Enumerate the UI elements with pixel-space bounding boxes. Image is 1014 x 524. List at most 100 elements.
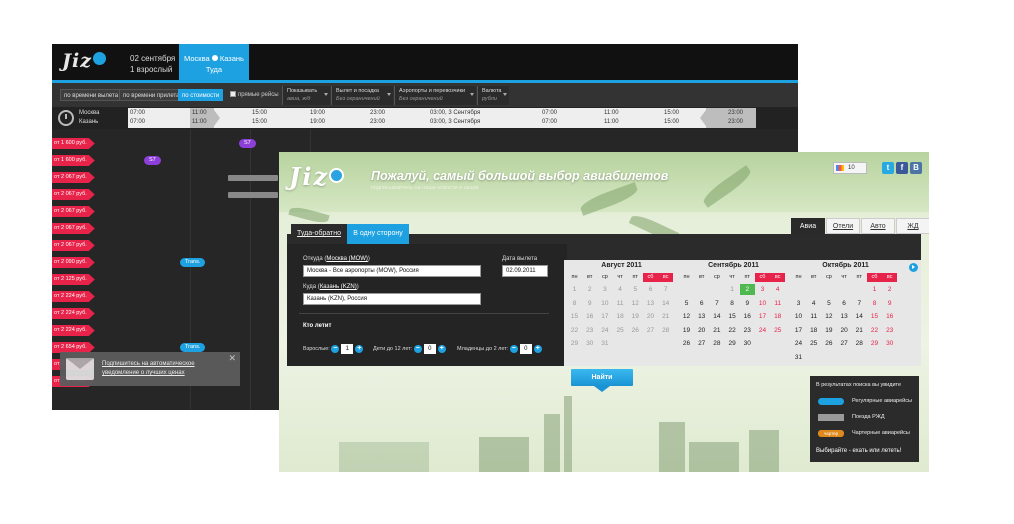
calendar-day[interactable]: 29 xyxy=(867,338,882,349)
price-tag[interactable]: от 2 067 руб. xyxy=(52,189,95,200)
calendar-day[interactable]: 19 xyxy=(821,325,836,336)
calendar-day[interactable]: 1 xyxy=(567,284,582,295)
show-dropdown[interactable]: Показывать авиа, ж/д xyxy=(282,86,330,105)
calendar-day[interactable]: 10 xyxy=(597,298,612,309)
flight-bar-s7[interactable]: S7 xyxy=(144,156,161,165)
plus-icon[interactable]: + xyxy=(533,344,542,353)
time-slider[interactable]: 07:00 07:00 11:00 11:00 15:00 15:00 19:0… xyxy=(128,108,756,128)
flight-bar-trans[interactable]: Trans. xyxy=(180,258,206,267)
calendar-day[interactable]: 29 xyxy=(725,338,740,349)
search-logo[interactable]: Jiz xyxy=(289,162,345,191)
calendar-day[interactable]: 23 xyxy=(882,325,897,336)
calendar-day[interactable]: 20 xyxy=(643,311,658,322)
calendar-day[interactable]: 13 xyxy=(694,311,709,322)
calendar-day[interactable]: 21 xyxy=(852,325,867,336)
tab-round-trip[interactable]: Туда-обратно xyxy=(291,224,347,244)
calendar-day[interactable]: 21 xyxy=(709,325,724,336)
vk-icon[interactable]: B xyxy=(910,162,922,174)
tab-auto[interactable]: Авто xyxy=(861,218,895,234)
calendar-day[interactable]: 7 xyxy=(709,298,724,309)
calendar-day[interactable]: 20 xyxy=(694,325,709,336)
calendar-day[interactable]: 2 xyxy=(882,284,897,295)
from-link[interactable]: Москва (MOW) xyxy=(326,256,367,262)
calendar-day[interactable]: 26 xyxy=(821,338,836,349)
close-icon[interactable]: ✕ xyxy=(228,353,236,364)
calendar-day[interactable]: 24 xyxy=(791,338,806,349)
plus-icon[interactable]: + xyxy=(355,344,364,353)
calendar-day[interactable]: 12 xyxy=(679,311,694,322)
price-tag[interactable]: от 2 090 руб. xyxy=(52,257,95,268)
calendar-day[interactable]: 18 xyxy=(806,325,821,336)
share-counter[interactable]: 10 xyxy=(833,162,867,174)
results-logo[interactable]: Jiz xyxy=(62,50,120,76)
calendar-day[interactable]: 23 xyxy=(582,325,597,336)
calendar-day[interactable]: 7 xyxy=(852,298,867,309)
plus-icon[interactable]: + xyxy=(437,344,446,353)
calendar-day[interactable]: 28 xyxy=(658,325,673,336)
to-input[interactable]: Казань (KZN), Россия xyxy=(303,293,481,305)
calendar-day[interactable]: 25 xyxy=(806,338,821,349)
calendar-day[interactable]: 12 xyxy=(628,298,643,309)
calendar-day[interactable]: 27 xyxy=(643,325,658,336)
calendar-day[interactable]: 24 xyxy=(597,325,612,336)
calendar-day[interactable]: 16 xyxy=(882,311,897,322)
calendar-day[interactable]: 25 xyxy=(770,325,785,336)
calendar-day[interactable]: 1 xyxy=(725,284,740,295)
calendar-day[interactable]: 15 xyxy=(725,311,740,322)
price-tag[interactable]: от 2 125 руб. xyxy=(52,274,95,285)
calendar-day[interactable]: 3 xyxy=(755,284,770,295)
slider-handle-left-icon[interactable] xyxy=(214,110,220,126)
calendar-day[interactable]: 11 xyxy=(613,298,628,309)
tab-rail[interactable]: ЖД xyxy=(896,218,929,234)
calendar-day[interactable]: 4 xyxy=(806,298,821,309)
calendar-day[interactable]: 3 xyxy=(597,284,612,295)
calendar-day[interactable]: 22 xyxy=(867,325,882,336)
calendar-day[interactable]: 26 xyxy=(628,325,643,336)
airports-dropdown[interactable]: Аэропорты и перевозчики Без ограничений xyxy=(394,86,476,105)
sort-by-arrival-button[interactable]: по времени прилета xyxy=(119,89,184,101)
calendar-day[interactable]: 6 xyxy=(694,298,709,309)
calendar-day[interactable]: 13 xyxy=(837,311,852,322)
calendar-day[interactable]: 12 xyxy=(821,311,836,322)
calendar-day[interactable]: 7 xyxy=(658,284,673,295)
calendar-day[interactable]: 6 xyxy=(837,298,852,309)
calendar-day[interactable]: 27 xyxy=(694,338,709,349)
calendar-day[interactable]: 6 xyxy=(643,284,658,295)
calendar-day[interactable]: 26 xyxy=(679,338,694,349)
direct-flights-checkbox[interactable]: прямые рейсы xyxy=(230,89,279,101)
calendar-day[interactable]: 15 xyxy=(867,311,882,322)
price-tag[interactable]: от 1 600 руб. xyxy=(52,138,95,149)
calendar-day[interactable]: 5 xyxy=(679,298,694,309)
calendar-day[interactable]: 5 xyxy=(628,284,643,295)
price-tag[interactable]: от 2 224 руб. xyxy=(52,291,95,302)
flights-dropdown[interactable]: Вылет и посадка Без ограничений xyxy=(331,86,393,105)
price-tag[interactable]: от 2 224 руб. xyxy=(52,325,95,336)
children-value[interactable]: 0 xyxy=(423,343,436,354)
calendar-day[interactable]: 29 xyxy=(567,338,582,349)
calendar-day[interactable]: 8 xyxy=(725,298,740,309)
sort-by-departure-button[interactable]: по времени вылета xyxy=(60,89,123,101)
calendar-day[interactable]: 1 xyxy=(867,284,882,295)
calendar-day[interactable]: 14 xyxy=(658,298,673,309)
calendar-day[interactable]: 28 xyxy=(852,338,867,349)
adults-value[interactable]: 1 xyxy=(341,343,354,354)
calendar-day[interactable]: 17 xyxy=(755,311,770,322)
calendar-day[interactable]: 30 xyxy=(582,338,597,349)
find-button[interactable]: Найти xyxy=(571,369,633,392)
price-tag[interactable]: от 2 067 руб. xyxy=(52,240,95,251)
calendar-day[interactable]: 4 xyxy=(770,284,785,295)
calendar-day[interactable]: 18 xyxy=(770,311,785,322)
to-link[interactable]: Казань (KZN) xyxy=(320,284,357,290)
calendar-day[interactable]: 11 xyxy=(806,311,821,322)
calendar-day[interactable]: 27 xyxy=(837,338,852,349)
calendar-day[interactable]: 18 xyxy=(613,311,628,322)
calendar-day[interactable]: 31 xyxy=(791,352,806,363)
from-input[interactable]: Москва - Все аэропорты (MOW), Россия xyxy=(303,265,481,277)
calendar-day[interactable]: 16 xyxy=(740,311,755,322)
calendar-day[interactable]: 21 xyxy=(658,311,673,322)
calendar-day[interactable]: 9 xyxy=(740,298,755,309)
train-bar[interactable] xyxy=(228,175,278,181)
tab-hotels[interactable]: Отели xyxy=(826,218,860,234)
calendar-day[interactable]: 23 xyxy=(740,325,755,336)
calendar-day[interactable]: 30 xyxy=(740,338,755,349)
